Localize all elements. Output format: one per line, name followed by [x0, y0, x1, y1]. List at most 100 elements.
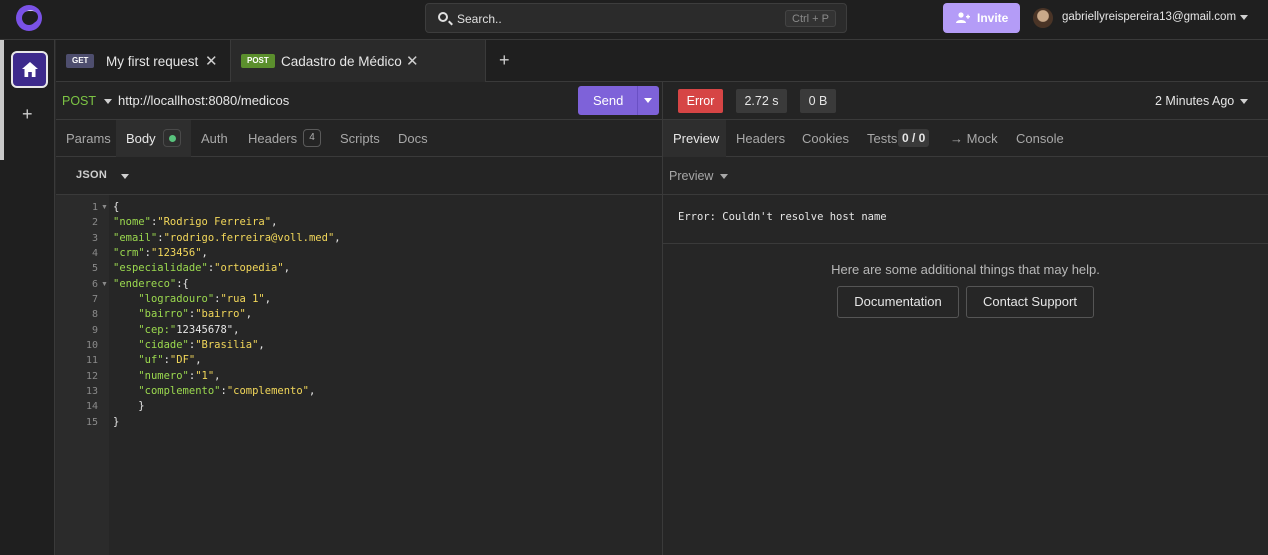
tab-headers[interactable]: Headers	[248, 131, 297, 146]
new-tab-icon[interactable]: +	[499, 50, 510, 71]
send-button[interactable]: Send	[578, 86, 659, 115]
line-number: 14	[85, 401, 98, 412]
search-placeholder: Search..	[457, 12, 502, 26]
code-line: "complemento":"complemento",	[138, 385, 316, 397]
preview-mode-bar: Preview	[663, 157, 1268, 195]
code-line: }	[138, 400, 145, 412]
tab-tests[interactable]: Tests	[867, 131, 897, 146]
tab-params[interactable]: Params	[66, 131, 111, 146]
tab-console[interactable]: Console	[1016, 131, 1064, 146]
search-shortcut: Ctrl + P	[785, 10, 836, 27]
code-line: "cidade":"Brasilia",	[138, 339, 265, 351]
code-line: "logradouro":"rua 1",	[138, 293, 272, 305]
search-input[interactable]: Search.. Ctrl + P	[425, 3, 847, 33]
request-subtabs: Params Body Auth Headers 4 Scripts Docs	[56, 120, 662, 157]
url-input[interactable]: http://locallhost:8080/medicos	[118, 93, 289, 108]
status-badge: Error	[678, 89, 723, 113]
request-tabs: GET My first request ✕ POST Cadastro de …	[56, 40, 1268, 82]
divider	[663, 243, 1268, 244]
search-icon	[438, 12, 448, 22]
body-format-bar: JSON	[56, 157, 662, 195]
chevron-down-icon[interactable]	[121, 174, 129, 179]
line-number: 10	[85, 340, 98, 351]
documentation-button[interactable]: Documentation	[837, 286, 959, 318]
close-icon[interactable]: ✕	[205, 52, 218, 70]
line-number: 2	[91, 217, 98, 228]
line-number: 6	[91, 279, 98, 290]
contact-support-button[interactable]: Contact Support	[966, 286, 1094, 318]
code-line: {	[113, 201, 120, 213]
tab-scripts[interactable]: Scripts	[340, 131, 380, 146]
code-line: "uf":"DF",	[138, 354, 202, 366]
line-number: 8	[91, 309, 98, 320]
method-select[interactable]: POST	[62, 94, 96, 108]
code-line: "numero":"1",	[138, 370, 221, 382]
line-number: 3	[91, 233, 98, 244]
tab-body-label: Body	[126, 131, 156, 146]
line-number: 4	[91, 248, 98, 259]
preview-mode-select[interactable]: Preview	[669, 169, 713, 183]
code-line: }	[113, 416, 120, 428]
fold-icon[interactable]: ▼	[101, 281, 108, 288]
tab-cookies[interactable]: Cookies	[802, 131, 849, 146]
line-number: 13	[85, 386, 98, 397]
fold-icon[interactable]: ▼	[101, 204, 108, 211]
tab-auth[interactable]: Auth	[201, 131, 228, 146]
response-body: Error: Couldn't resolve host name Here a…	[663, 195, 1268, 555]
line-number: 5	[91, 263, 98, 274]
window-edge	[0, 40, 4, 160]
method-badge: GET	[66, 54, 95, 68]
code-line: "bairro":"bairro",	[138, 308, 253, 320]
code-line: "especialidade":"ortopedia",	[113, 262, 291, 274]
tab-title: Cadastro de Médico	[281, 54, 402, 69]
user-email[interactable]: gabriellyreispereira13@gmail.com	[1062, 11, 1236, 23]
code-editor[interactable]: 1 2 3 4 5 6 7 8 9 10 11 12 13 14 15 ▼ ▼ …	[56, 195, 662, 555]
add-project-icon[interactable]: +	[22, 104, 33, 124]
url-bar: POST http://locallhost:8080/medicos Send	[56, 82, 662, 120]
line-number: 12	[85, 371, 98, 382]
add-user-icon	[956, 12, 970, 23]
chevron-down-icon[interactable]	[1240, 15, 1248, 20]
chevron-down-icon[interactable]	[1240, 99, 1248, 104]
tab-docs[interactable]: Docs	[398, 131, 428, 146]
response-time: 2.72 s	[736, 89, 787, 113]
send-label: Send	[593, 93, 624, 108]
tab-title: My first request	[106, 54, 199, 69]
tab-preview-label: Preview	[673, 131, 720, 146]
body-format-select[interactable]: JSON	[76, 169, 107, 181]
chevron-down-icon[interactable]	[720, 174, 728, 179]
line-number: 9	[91, 325, 98, 336]
code-line: "nome":"Rodrigo Ferreira",	[113, 216, 278, 228]
help-text: Here are some additional things that may…	[831, 262, 1100, 277]
close-icon[interactable]: ✕	[406, 52, 419, 70]
avatar[interactable]	[1033, 8, 1053, 28]
tab-my-first-request[interactable]: GET My first request ✕	[56, 40, 229, 82]
body-active-indicator	[163, 129, 181, 147]
response-history-select[interactable]: 2 Minutes Ago	[1155, 94, 1234, 108]
code-line: "email":"rodrigo.ferreira@voll.med",	[113, 232, 341, 244]
chevron-down-icon[interactable]	[104, 99, 112, 104]
line-gutter: 1 2 3 4 5 6 7 8 9 10 11 12 13 14 15 ▼ ▼	[56, 195, 109, 555]
response-size: 0 B	[800, 89, 836, 113]
method-badge: POST	[241, 54, 275, 68]
tab-mock[interactable]: → Mock	[950, 131, 998, 146]
error-message: Error: Couldn't resolve host name	[678, 211, 887, 223]
code-line: "endereco":{	[113, 278, 189, 290]
tab-response-headers[interactable]: Headers	[736, 131, 785, 146]
tab-preview[interactable]: Preview	[663, 120, 726, 157]
app-logo-icon[interactable]	[16, 5, 42, 31]
home-icon	[22, 62, 38, 77]
line-number: 1	[91, 202, 98, 213]
home-button[interactable]	[11, 51, 48, 88]
headers-count-badge: 4	[303, 129, 321, 147]
code-line: "crm":"123456",	[113, 247, 208, 259]
tab-body[interactable]: Body	[116, 120, 191, 157]
invite-button[interactable]: Invite	[943, 3, 1020, 33]
tests-count-badge: 0 / 0	[898, 129, 930, 147]
tab-cadastro-de-medico[interactable]: POST Cadastro de Médico ✕	[230, 40, 486, 82]
line-number: 15	[85, 417, 98, 428]
top-bar: Search.. Ctrl + P Invite gabriellyreispe…	[0, 0, 1268, 40]
response-status-bar: Error 2.72 s 0 B 2 Minutes Ago	[663, 82, 1268, 120]
chevron-down-icon[interactable]	[644, 98, 652, 103]
invite-label: Invite	[977, 11, 1009, 25]
